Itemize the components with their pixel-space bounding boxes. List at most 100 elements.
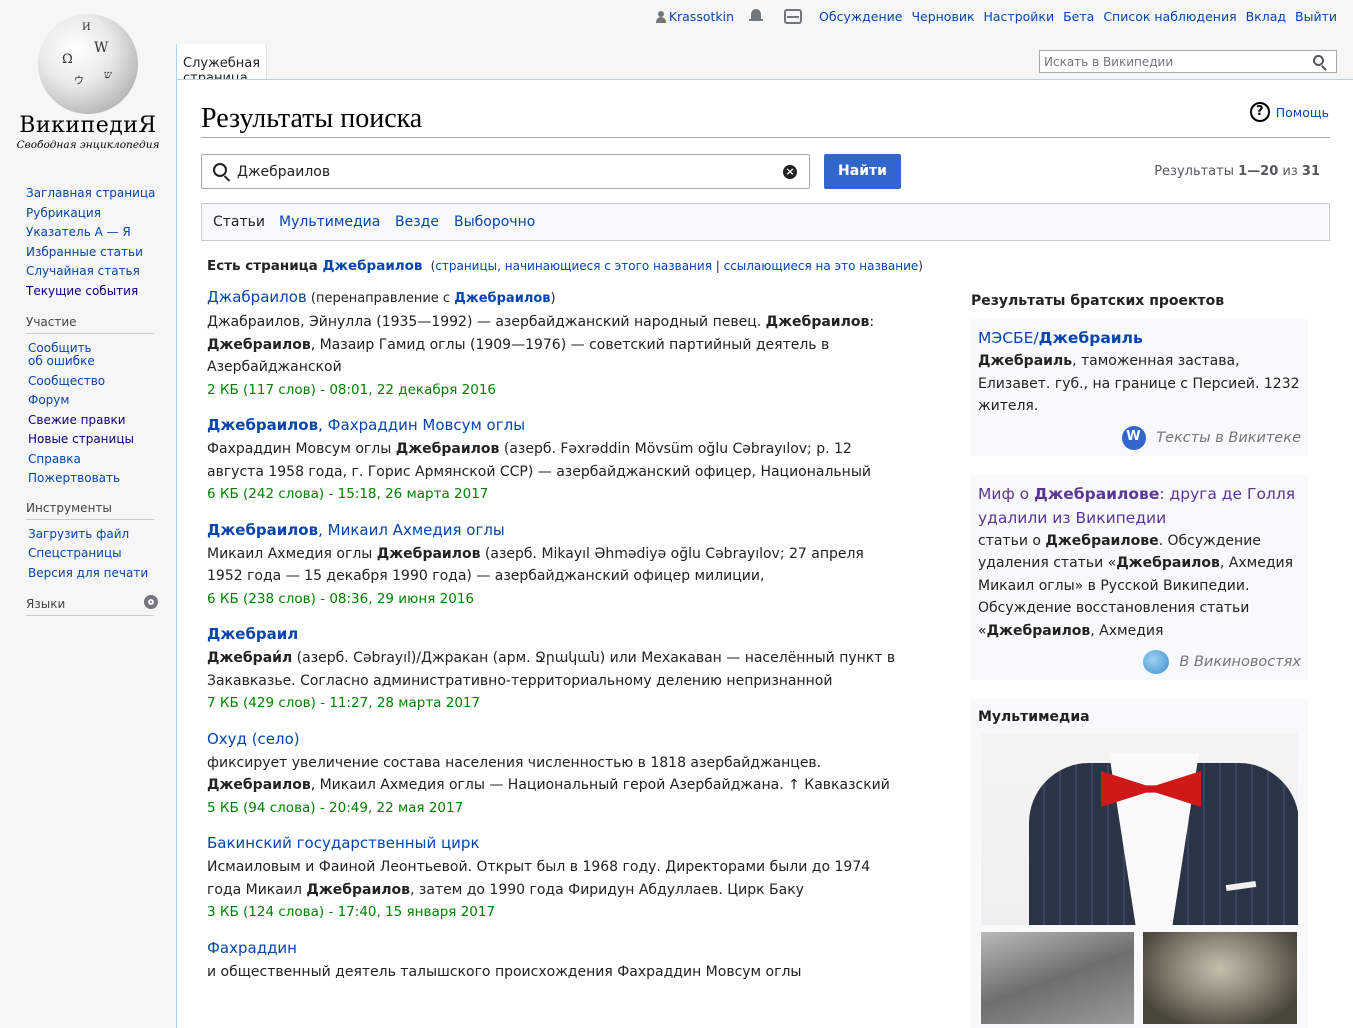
wikipedia-globe-icon: Ω W И ウ ש (38, 14, 138, 114)
result-snippet: Джабраилов, Эйнулла (1935—1992) — азерба… (207, 311, 897, 379)
snippet-text: , затем до 1990 года Фиридун Абдуллаев. … (410, 881, 804, 898)
result-title-rest[interactable]: , Фахраддин Мовсум оглы (318, 416, 525, 434)
result-title[interactable]: Джебраилов, Микаил Ахмедия оглы (207, 521, 897, 540)
search-input[interactable]: Искать в Википедии (1039, 50, 1337, 73)
logout-link[interactable]: Выйти (1295, 9, 1337, 24)
query-input[interactable]: Джебраилов × (201, 154, 810, 189)
sidebar-item-main-page[interactable]: Заглавная страница (26, 186, 155, 200)
notifications-bell-icon[interactable] (748, 8, 764, 25)
redirect-text: (перенаправление с (306, 291, 455, 306)
tools-heading[interactable]: Инструменты (26, 501, 154, 520)
result-title[interactable]: Джебраил (207, 625, 897, 644)
sidebar-item-new-pages[interactable]: Новые страницы (28, 432, 134, 446)
search-icon (213, 163, 227, 177)
contributions-link[interactable]: Вклад (1246, 9, 1286, 24)
wikisource-footer-label[interactable]: Тексты в Викитеке (1156, 430, 1301, 446)
help-link[interactable]: ? Помощь (1249, 102, 1329, 122)
profile-everywhere[interactable]: Везде (395, 214, 439, 230)
sidebar-item-recent-changes[interactable]: Свежие правки (28, 413, 126, 427)
snippet-highlight: Джебраилов (376, 545, 481, 562)
result-title[interactable]: Джабраилов (перенаправление с Джебраилов… (207, 288, 897, 308)
wikisource-title-bold[interactable]: Джебраиль (1039, 329, 1143, 347)
sidebar-item-upload[interactable]: Загрузить файл (28, 527, 129, 541)
snippet-highlight: Джебраи́л (207, 650, 293, 666)
notices-tray-icon[interactable] (784, 9, 803, 24)
sidebar-item-random[interactable]: Случайная статья (26, 264, 140, 278)
sidebar-item-community[interactable]: Сообщество (28, 374, 105, 388)
snippet-highlight: Джебраилов (1116, 555, 1220, 571)
user-link[interactable]: Krassotkin (655, 9, 734, 24)
gear-icon[interactable] (144, 595, 158, 609)
search-icon[interactable] (1313, 55, 1324, 66)
snippet-text: статьи о (978, 532, 1046, 549)
result-title[interactable]: Охуд (село) (207, 730, 897, 749)
tab-special-page[interactable]: Служебная страница (176, 44, 268, 86)
sandbox-link[interactable]: Черновик (911, 9, 974, 24)
sidebar-item-categories[interactable]: Рубрикация (26, 206, 101, 220)
snippet-highlight: Джебраилов (306, 881, 411, 898)
multimedia-image-bowtie[interactable] (981, 733, 1298, 925)
wikisource-footer[interactable]: Тексты в Викитеке (978, 425, 1301, 450)
result-title[interactable]: Фахраддин (207, 939, 897, 958)
sidebar-item-help[interactable]: Справка (28, 452, 81, 466)
wikinews-footer-label[interactable]: В Викиновостях (1179, 654, 1301, 670)
sidebar-item-index[interactable]: Указатель А — Я (26, 225, 131, 239)
results-prefix: Результаты (1154, 164, 1239, 179)
logo-wordmark: ВикипедиЯ (19, 113, 157, 138)
result-title-rest[interactable]: , Микаил Ахмедия оглы (318, 521, 505, 539)
snippet-highlight: Джебраилов (207, 336, 311, 353)
result-title[interactable]: Джебраилов, Фахраддин Мовсум оглы (207, 416, 897, 435)
profile-articles[interactable]: Статьи (213, 214, 265, 230)
clear-icon[interactable]: × (783, 165, 797, 179)
wikinews-title[interactable]: Миф о Джебраилове: друга де Голля удалил… (978, 482, 1301, 530)
result-title-link[interactable]: Бакинский государственный цирк (207, 834, 480, 852)
search-result: Джебраил Джебраи́л (азерб. Cəbrayıl)/Джра… (207, 625, 897, 715)
beta-link[interactable]: Бета (1063, 9, 1094, 24)
preferences-link[interactable]: Настройки (984, 9, 1055, 24)
wikinews-title-pre[interactable]: Миф о (978, 485, 1034, 503)
profile-advanced[interactable]: Выборочно (454, 214, 535, 230)
snippet-text: и общественный деятель талышского происх… (207, 963, 802, 980)
username[interactable]: Krassotkin (669, 9, 734, 24)
exists-title-link[interactable]: Джебраилов (323, 258, 423, 274)
watchlist-link[interactable]: Список наблюдения (1103, 9, 1236, 24)
redirect-note: (перенаправление с Джебраилов) (306, 291, 556, 306)
multimedia-image-portrait[interactable] (1143, 932, 1297, 1024)
personal-tools: Krassotkin Обсуждение Черновик Настройки… (655, 8, 1337, 25)
result-title[interactable]: Бакинский государственный цирк (207, 834, 897, 853)
result-title-link[interactable]: Джабраилов (207, 288, 307, 306)
wikisource-icon (1122, 425, 1147, 450)
wikisource-snippet: Джебраиль, таможенная застава, Елизавет.… (978, 350, 1301, 418)
sidebar-item-forum[interactable]: Форум (28, 393, 69, 407)
result-meta: 3 КБ (124 слова) - 17:40, 15 января 2017 (207, 904, 496, 920)
result-title-highlight[interactable]: Джебраил (207, 625, 298, 643)
sidebar-item-donate[interactable]: Пожертвовать (28, 471, 120, 485)
result-title-link[interactable]: Охуд (село) (207, 730, 300, 748)
sidebar-item-report-error[interactable]: Сообщить об ошибке (28, 341, 95, 368)
sidebar-item-current-events[interactable]: Текущие события (26, 284, 138, 298)
wikisource-title[interactable]: МЭСБЕ/Джебраиль (978, 326, 1301, 350)
help-label[interactable]: Помощь (1276, 105, 1329, 120)
multimedia-image-group-photo[interactable] (981, 932, 1134, 1024)
result-title-highlight[interactable]: Джебраилов (207, 521, 318, 539)
snippet-text: фиксирует увеличение состава населения ч… (207, 754, 822, 771)
sidebar-item-special-pages[interactable]: Спецстраницы (28, 546, 122, 560)
site-logo[interactable]: Ω W И ウ ש ВикипедиЯ Свободная энциклопед… (0, 0, 176, 160)
wikinews-footer[interactable]: В Викиновостях (978, 650, 1301, 674)
result-title-link[interactable]: Фахраддин (207, 939, 297, 957)
result-snippet: Исмаиловым и Фаиной Леонтьевой. Открыт б… (207, 856, 897, 901)
participation-heading[interactable]: Участие (26, 315, 154, 334)
sidebar-participation: Участие Сообщить об ошибке Сообщество Фо… (26, 315, 176, 489)
whatlinkshere-link[interactable]: ссылающиеся на это название (724, 259, 919, 273)
find-button[interactable]: Найти (824, 154, 901, 189)
talk-link[interactable]: Обсуждение (819, 9, 902, 24)
result-snippet: Джебраи́л (азерб. Cəbrayıl)/Джракан (арм… (207, 647, 897, 692)
wikinews-title-bold[interactable]: Джебраилове (1034, 485, 1159, 503)
profile-multimedia[interactable]: Мультимедиа (279, 214, 380, 230)
redirect-target-link[interactable]: Джебраилов (454, 291, 550, 306)
wikisource-title-pre[interactable]: МЭСБЕ/ (978, 329, 1039, 347)
result-title-highlight[interactable]: Джебраилов (207, 416, 318, 434)
sidebar-item-featured[interactable]: Избранные статьи (26, 245, 143, 259)
prefix-search-link[interactable]: страницы, начинающиеся с этого названия (435, 259, 712, 273)
sidebar-item-print[interactable]: Версия для печати (28, 566, 148, 580)
